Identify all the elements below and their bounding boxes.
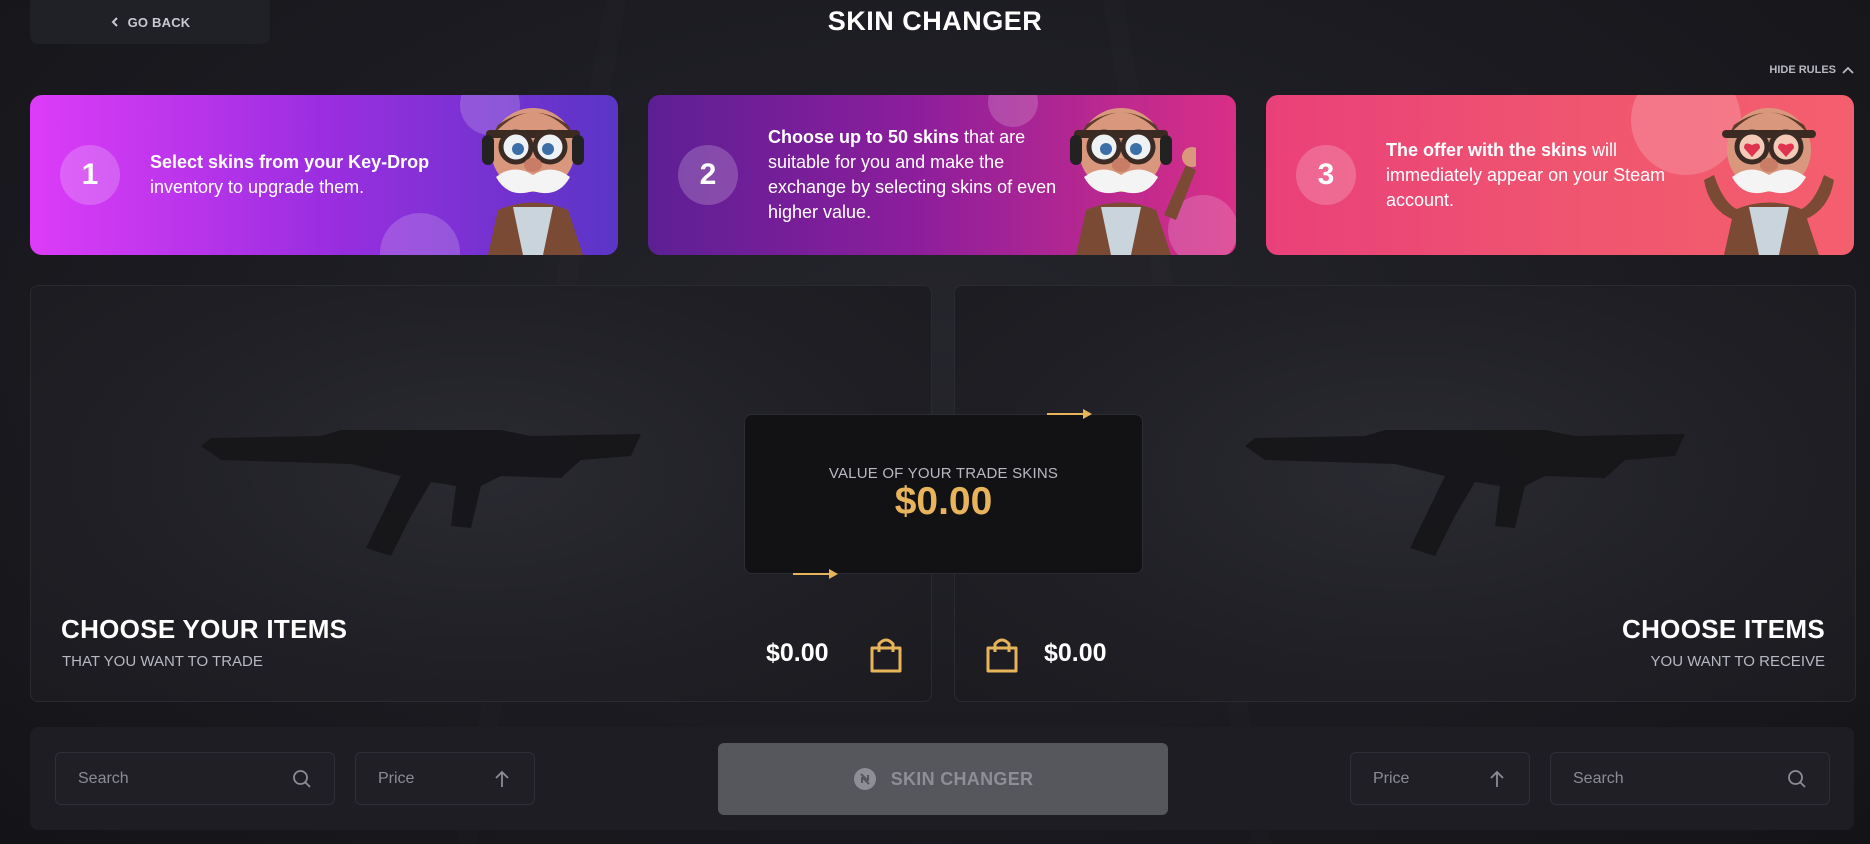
chevron-up-icon [1842, 66, 1854, 74]
rifle-silhouette [1245, 430, 1685, 556]
hide-rules-label: HIDE RULES [1769, 64, 1836, 76]
arrow-right-icon [1047, 409, 1092, 419]
arrow-up-icon [495, 770, 509, 787]
hide-rules-toggle[interactable]: HIDE RULES [1769, 64, 1854, 76]
shopping-bag-icon[interactable] [869, 636, 903, 674]
rule-text-1-rest: inventory to upgrade them. [150, 177, 365, 197]
rules-section: 1 Select skins from your Key-Drop invent… [30, 95, 1854, 255]
page-title: SKIN CHANGER [827, 6, 1043, 36]
left-search-input[interactable]: Search [55, 752, 335, 805]
search-icon [293, 769, 311, 788]
rule-card-1: 1 Select skins from your Key-Drop invent… [30, 95, 618, 255]
skin-changer-button[interactable]: SKIN CHANGER [718, 743, 1168, 815]
trade-value-box: VALUE OF YOUR TRADE SKINS $0.00 [744, 414, 1143, 574]
skin-changer-icon [853, 768, 876, 790]
step-number-2: 2 [678, 145, 738, 205]
mascot-image [482, 108, 584, 255]
step-number-1: 1 [60, 145, 120, 205]
rule-card-2: 2 Choose up to 50 skins that are suitabl… [648, 95, 1236, 255]
step-number-3: 3 [1296, 145, 1356, 205]
rule-text-3: The offer with the skins will immediatel… [1386, 138, 1696, 213]
rifle-silhouette [201, 430, 641, 556]
shopping-bag-icon[interactable] [985, 636, 1019, 674]
rule-text-1: Select skins from your Key-Drop inventor… [150, 150, 460, 200]
choose-your-items-subtitle: THAT YOU WANT TO TRADE [62, 653, 263, 670]
trade-value-amount: $0.00 [894, 479, 993, 523]
choose-your-items-title: CHOOSE YOUR ITEMS [61, 614, 348, 644]
arrow-right-icon [793, 569, 838, 579]
bottom-toolbar: Search Price SKIN CHANGER Price Search [30, 727, 1854, 830]
right-search-placeholder: Search [1573, 769, 1624, 787]
arrow-up-icon [1490, 770, 1504, 787]
left-search-placeholder: Search [78, 769, 129, 787]
choose-items-title: CHOOSE ITEMS [1622, 614, 1825, 644]
right-price-sort[interactable]: Price [1350, 752, 1530, 805]
left-price-sort[interactable]: Price [355, 752, 535, 805]
left-price-label: Price [378, 769, 415, 787]
right-search-input[interactable]: Search [1550, 752, 1830, 805]
skin-changer-button-label: SKIN CHANGER [890, 768, 1034, 789]
mascot-image [1704, 108, 1834, 255]
your-items-total: $0.00 [766, 639, 829, 667]
rule-text-1-bold: Select skins from your Key-Drop [150, 152, 430, 172]
right-price-label: Price [1373, 769, 1410, 787]
decor-bubble [988, 95, 1038, 127]
rule-text-2: Choose up to 50 skins that are suitable … [768, 125, 1078, 225]
choose-items-subtitle: YOU WANT TO RECEIVE [1650, 653, 1825, 670]
decor-bubble [380, 213, 460, 255]
rule-text-2-bold: Choose up to 50 skins [768, 127, 960, 147]
search-icon [1788, 769, 1806, 788]
rule-card-3: 3 The offer with the skins will immediat… [1266, 95, 1854, 255]
receive-items-total: $0.00 [1044, 639, 1107, 667]
rule-text-3-bold: The offer with the skins [1386, 139, 1588, 160]
